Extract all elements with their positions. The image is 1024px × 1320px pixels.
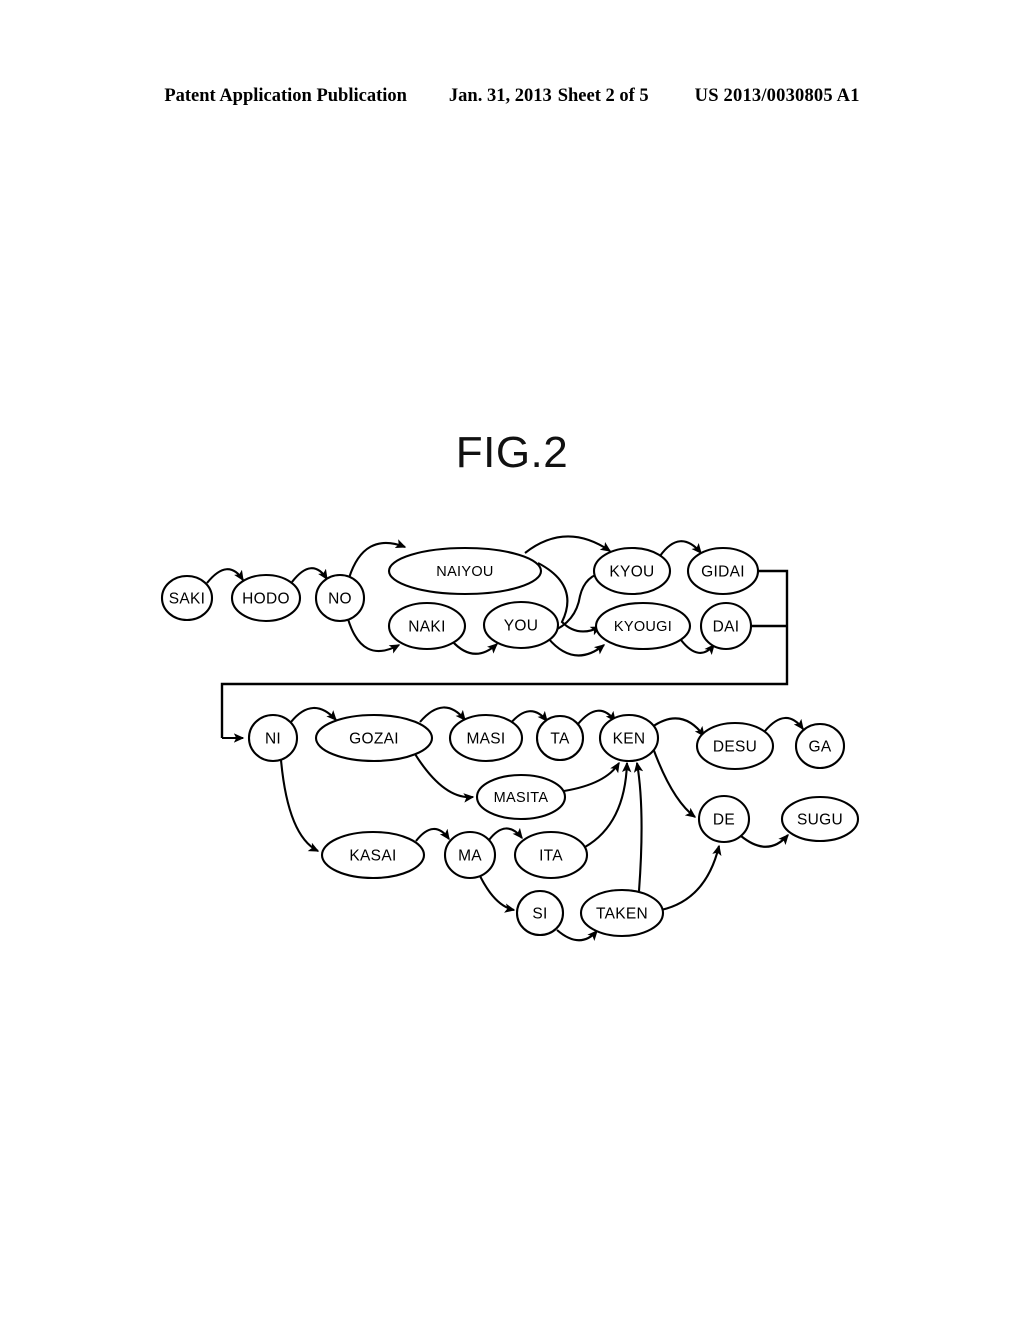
lattice-node-si: SI <box>515 889 565 937</box>
edge-ma-ita <box>488 827 523 841</box>
node-layer: SAKI HODO NO NAIYOU NAKI YOU KYOU KYOUGI GIDAI DA… <box>160 546 860 938</box>
lattice-node-sugu: SUGU <box>780 795 860 843</box>
edge-masi-ta <box>509 710 548 725</box>
node-label: NO <box>328 591 352 608</box>
connector-gidai-to-ni <box>220 569 789 738</box>
lattice-node-masita: MASITA <box>475 773 567 821</box>
node-label: DE <box>713 812 735 829</box>
word-lattice-diagram: SAKI HODO NO NAIYOU NAKI YOU KYOU KYOUGI GIDAI DA… <box>0 0 1024 1320</box>
edge-gozai-masi <box>419 706 466 723</box>
node-label: NAIYOU <box>436 564 493 580</box>
edge-masita-ken <box>563 761 620 793</box>
edge-group-connectors <box>220 569 789 743</box>
node-label: NI <box>265 731 281 748</box>
edge-ni-kasai <box>279 759 320 852</box>
node-label: SAKI <box>169 591 206 608</box>
node-label: KASAI <box>349 848 396 865</box>
lattice-node-ita: ITA <box>513 830 589 880</box>
lattice-node-desu: DESU <box>695 721 775 771</box>
node-label: MASI <box>466 731 505 748</box>
lattice-node-ken: KEN <box>598 713 660 763</box>
lattice-node-you: YOU <box>482 600 560 650</box>
lattice-node-gidai: GIDAI <box>686 546 760 596</box>
edge-gozai-masita <box>414 753 475 803</box>
node-label: DAI <box>713 619 740 636</box>
edge-you-kyougi <box>547 637 606 657</box>
lattice-node-dai: DAI <box>699 601 753 651</box>
node-label: GOZAI <box>349 731 399 748</box>
edge-ma-si <box>479 875 516 913</box>
node-label: TAKEN <box>596 906 648 923</box>
edge-kasai-ma <box>415 827 450 842</box>
lattice-node-no: NO <box>314 573 366 623</box>
node-label: KYOUGI <box>614 619 672 635</box>
node-label: TA <box>550 731 570 748</box>
node-label: DESU <box>713 739 757 756</box>
lattice-node-de: DE <box>697 794 751 844</box>
edge-hodo-no <box>291 567 328 583</box>
node-label: MA <box>458 848 482 865</box>
node-label: GA <box>809 739 832 756</box>
edge-naki-you <box>451 640 498 655</box>
lattice-node-saki: SAKI <box>160 574 214 622</box>
lattice-node-kyou: KYOU <box>592 546 672 596</box>
edge-desu-ga <box>764 716 804 732</box>
node-label: YOU <box>504 618 539 635</box>
lattice-node-naki: NAKI <box>387 601 467 651</box>
edge-de-sugu <box>740 834 789 848</box>
edge-saki-hodo <box>206 568 244 584</box>
edge-si-taken <box>556 929 598 942</box>
patent-page: Patent Application Publication Jan. 31, … <box>0 0 1024 1320</box>
node-label: SUGU <box>797 812 843 829</box>
edge-ken-de <box>652 747 697 818</box>
lattice-node-masi: MASI <box>448 713 524 763</box>
lattice-node-naiyou: NAIYOU <box>387 546 543 596</box>
lattice-node-kyougi: KYOUGI <box>594 601 692 651</box>
node-label: MASITA <box>494 790 549 806</box>
edge-taken-de <box>660 844 722 912</box>
edge-ni-gozai <box>290 706 337 723</box>
lattice-node-taken: TAKEN <box>579 888 665 938</box>
edge-taken-ken <box>633 761 644 892</box>
lattice-node-ma: MA <box>443 830 497 880</box>
lattice-node-ga: GA <box>794 722 846 770</box>
node-label: KYOU <box>609 564 654 581</box>
node-label: KEN <box>613 731 646 748</box>
lattice-node-ni: NI <box>247 713 299 763</box>
lattice-node-kasai: KASAI <box>320 830 426 880</box>
node-label: ITA <box>539 848 563 865</box>
lattice-node-gozai: GOZAI <box>314 713 434 763</box>
lattice-node-ta: TA <box>535 714 585 762</box>
edge-naiyou-kyou <box>524 535 612 554</box>
lattice-node-hodo: HODO <box>230 573 302 623</box>
edge-ken-desu <box>651 717 705 738</box>
edge-kyou-gidai <box>659 540 702 557</box>
node-label: SI <box>532 906 547 923</box>
node-label: GIDAI <box>701 564 745 581</box>
node-label: HODO <box>242 591 290 608</box>
node-label: NAKI <box>408 619 445 636</box>
